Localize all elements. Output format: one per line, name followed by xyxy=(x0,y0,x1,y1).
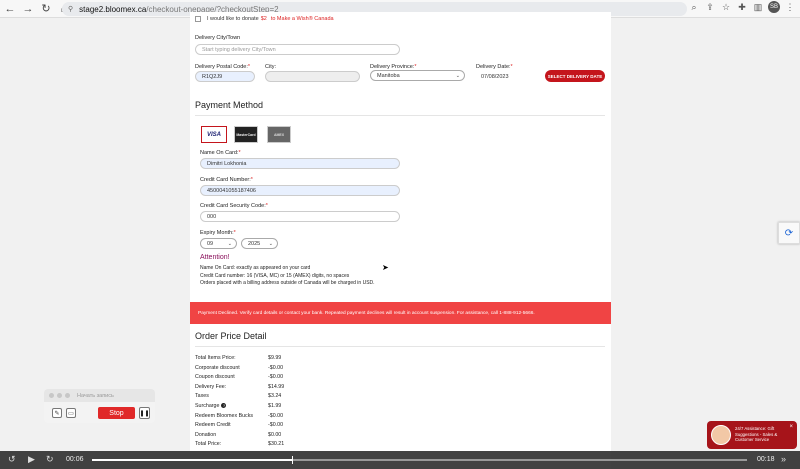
forward-icon[interactable]: ↻ xyxy=(46,454,54,465)
window-dot-icon xyxy=(57,393,62,398)
summary-row: Taxes $3.24 xyxy=(195,393,282,400)
window-dot-icon xyxy=(65,393,70,398)
skip-icon[interactable]: » xyxy=(781,454,786,464)
forward-icon[interactable]: → xyxy=(20,1,36,17)
sidebar-icon[interactable]: ▥ xyxy=(752,2,764,13)
summary-row: Total Items Price: $9.99 xyxy=(195,355,282,361)
card-number-input[interactable]: 4500041055187406 xyxy=(200,185,400,196)
postal-code-input[interactable]: R1Q2J9 xyxy=(195,71,255,82)
divider xyxy=(195,115,605,116)
payment-method-title: Payment Method xyxy=(195,100,264,110)
city-input[interactable] xyxy=(265,71,360,82)
checkout-page: I would like to donate $2 to Make a Wish… xyxy=(190,12,611,469)
share-icon[interactable]: ⇪ xyxy=(704,2,716,13)
note-card-number: Credit Card number: 16 (VISA, MC) or 15 … xyxy=(200,272,350,279)
mastercard-card-option[interactable]: MasterCard xyxy=(234,126,258,143)
payment-notes: Name On Card: exactly as appeared on you… xyxy=(200,265,375,288)
chevron-down-icon: ⌄ xyxy=(268,240,273,247)
back-icon[interactable]: ← xyxy=(2,1,18,17)
donate-link[interactable]: to Make a Wish® Canada xyxy=(271,16,334,22)
summary-row: Redeem Credit -$0.00 xyxy=(195,422,284,429)
play-icon[interactable]: ▶ xyxy=(28,454,35,465)
donate-text-1: I would like to donate xyxy=(207,16,259,22)
province-select[interactable]: Manitoba ⌄ xyxy=(370,70,465,81)
donate-checkbox[interactable] xyxy=(195,16,201,22)
note-name: Name On Card: exactly as appeared on you… xyxy=(200,265,311,271)
delivery-date-label: Delivery Date:* xyxy=(476,64,513,70)
city-town-input[interactable]: Start typing delivery City/Town xyxy=(195,44,400,55)
city-label: City: xyxy=(265,64,276,70)
site-info-icon[interactable]: ⚲ xyxy=(68,5,73,13)
progress-fill xyxy=(92,459,292,461)
select-delivery-date-button[interactable]: SELECT DELIVERY DATE xyxy=(545,70,605,82)
mouse-cursor-icon: ➤ xyxy=(382,263,389,272)
summary-row: Total Price: $30.21 xyxy=(195,441,285,448)
attention-heading: Attention! xyxy=(200,254,230,261)
close-icon[interactable]: × xyxy=(789,424,793,430)
chat-widget[interactable]: 24/7 Assistance: Gift Suggestions - Sale… xyxy=(707,421,797,449)
order-price-title: Order Price Detail xyxy=(195,331,267,341)
summary-row: Donation $0.00 xyxy=(195,431,282,438)
window-dot-icon xyxy=(49,393,54,398)
delivery-date-input[interactable]: 07/08/2023 xyxy=(475,71,543,82)
video-progress-slider[interactable] xyxy=(92,456,747,464)
profile-avatar[interactable]: SB xyxy=(768,1,780,13)
stop-button[interactable]: Stop xyxy=(98,407,135,419)
screen-area-icon[interactable]: ▭ xyxy=(66,408,76,418)
url-domain: stage2.bloomex.ca xyxy=(79,4,147,14)
visa-card-option[interactable]: VISA xyxy=(201,126,227,143)
card-number-label: Credit Card Number:* xyxy=(200,177,253,183)
current-time: 00:06 xyxy=(66,456,84,463)
rewind-icon[interactable]: ↺ xyxy=(8,454,16,465)
name-on-card-input[interactable]: Dimitri Lokhonia xyxy=(200,158,400,169)
amex-card-option[interactable]: AMEX xyxy=(267,126,291,143)
summary-row: Surcharge? $1.99 xyxy=(195,402,282,409)
payment-declined-alert: Payment Declined. Verify card details or… xyxy=(190,302,611,324)
chevron-down-icon: ⌄ xyxy=(227,240,232,247)
expiry-month-select[interactable]: 09 ⌄ xyxy=(200,238,237,249)
divider xyxy=(195,346,605,347)
province-value: Manitoba xyxy=(377,72,400,79)
city-town-label: Delivery City/Town xyxy=(195,35,241,41)
summary-row: Corporate discount -$0.00 xyxy=(195,364,284,371)
reload-icon[interactable]: ↻ xyxy=(38,1,54,17)
security-code-input[interactable]: 000 xyxy=(200,211,400,222)
postal-code-label: Delivery Postal Code:* xyxy=(195,64,251,70)
recorder-title: Начать запись xyxy=(77,392,114,399)
total-time: 00:18 xyxy=(757,456,775,463)
expiry-year-value: 2025 xyxy=(248,240,261,247)
zoom-icon[interactable]: ⌕ xyxy=(688,2,700,13)
chevron-down-icon: ⌄ xyxy=(455,72,460,79)
progress-thumb[interactable] xyxy=(291,456,293,464)
pen-tool-icon[interactable]: ✎ xyxy=(52,408,62,418)
menu-icon[interactable]: ⋮ xyxy=(784,2,796,13)
recaptcha-icon[interactable]: ⟳ xyxy=(778,222,800,244)
recorder-header: Начать запись xyxy=(44,389,155,402)
extensions-icon[interactable]: ✚ xyxy=(736,2,748,13)
donate-row: I would like to donate $2 to Make a Wish… xyxy=(195,16,336,22)
screen-recorder-widget: Начать запись ✎ ▭ Stop ❚❚ xyxy=(44,389,155,423)
chat-text: 24/7 Assistance: Gift Suggestions - Sale… xyxy=(735,426,778,442)
security-code-label: Credit Card Security Code:* xyxy=(200,203,268,209)
note-usd: Orders placed with a billing address out… xyxy=(200,280,375,286)
pause-icon[interactable]: ❚❚ xyxy=(139,407,150,419)
video-controls: ↺ ▶ ↻ 00:06 00:18 » xyxy=(0,451,800,469)
summary-row: Delivery Fee: $14.99 xyxy=(195,383,285,390)
expiry-year-select[interactable]: 2025 ⌄ xyxy=(241,238,278,249)
help-icon[interactable]: ? xyxy=(221,402,227,408)
expiry-month-label: Expiry Month:* xyxy=(200,230,236,236)
expiry-month-value: 09 xyxy=(207,240,214,247)
summary-row: Coupon discount -$0.00 xyxy=(195,374,284,381)
name-on-card-label: Name On Card:* xyxy=(200,150,241,156)
donate-amount: $2 xyxy=(260,16,267,22)
bookmark-star-icon[interactable]: ☆ xyxy=(720,2,732,13)
order-summary: Total Items Price: $9.99 Corporate discou… xyxy=(195,355,284,451)
agent-avatar xyxy=(711,425,731,445)
summary-row: Redeem Bloomex Bucks -$0.00 xyxy=(195,412,284,419)
